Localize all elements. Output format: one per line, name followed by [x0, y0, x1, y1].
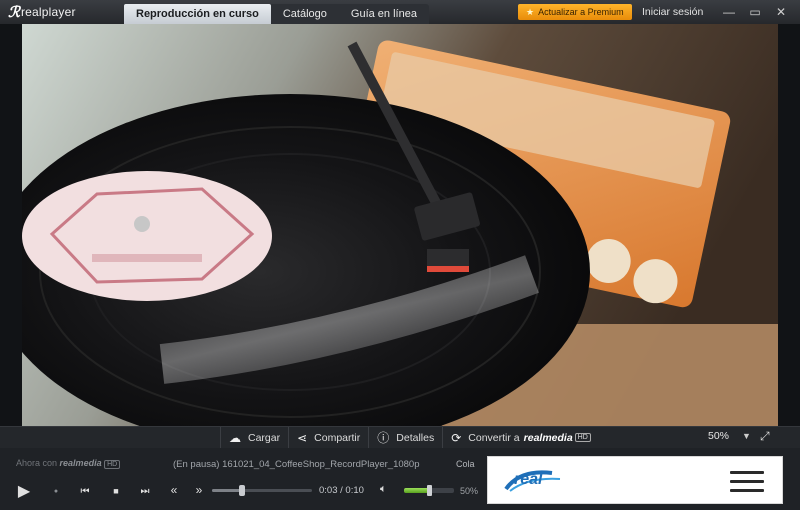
record-icon[interactable]: ●	[50, 485, 62, 497]
zoom-select[interactable]: 50%	[708, 430, 729, 442]
info-icon: ⓘ	[377, 431, 390, 445]
details-button[interactable]: ⓘ Detalles	[368, 426, 442, 449]
video-frame-image	[22, 24, 778, 426]
upgrade-premium-label: Actualizar a Premium	[538, 7, 624, 17]
expand-icon[interactable]: ⤢	[760, 429, 770, 444]
hd-badge: HD	[574, 433, 591, 442]
realmedia-brand: realmedia	[523, 431, 573, 444]
upload-button[interactable]: ☁ Cargar	[220, 426, 288, 449]
video-player[interactable]	[22, 24, 778, 426]
stop-icon[interactable]: ■	[108, 484, 124, 498]
seek-progress	[212, 489, 242, 492]
tab-online-guide[interactable]: Guía en línea	[339, 4, 429, 24]
seek-bar[interactable]	[212, 485, 312, 496]
hamburger-menu-icon[interactable]	[730, 471, 764, 498]
promo-hd-badge: HD	[104, 460, 121, 469]
volume-icon[interactable]: 🔈︎	[380, 483, 387, 496]
video-frame-left	[0, 24, 22, 426]
promo-prefix: Ahora con	[16, 458, 58, 468]
tab-now-playing[interactable]: Reproducción en curso	[124, 4, 271, 24]
time-readout: 0:03 / 0:10	[319, 485, 364, 496]
convert-button[interactable]: ⟳ Convertir a realmedia HD	[442, 426, 599, 449]
pause-status: (En pausa)	[173, 459, 220, 470]
convert-icon: ⟳	[451, 430, 462, 445]
upload-label: Cargar	[248, 431, 281, 444]
minimize-icon[interactable]: —	[716, 3, 742, 20]
cloud-upload-icon: ☁	[229, 430, 241, 445]
current-time: 0:03	[319, 485, 338, 496]
details-label: Detalles	[396, 431, 435, 444]
ad-banner[interactable]: real	[487, 456, 783, 504]
realplayer-window: ℛ realplayer Reproducción en curso Catál…	[0, 0, 800, 510]
window-controls: — ▭ ✕	[716, 3, 794, 20]
volume-handle[interactable]	[427, 485, 432, 496]
sign-in-link[interactable]: Iniciar sesión	[642, 6, 703, 18]
volume-slider[interactable]	[404, 485, 454, 496]
previous-icon[interactable]: ⏮	[77, 484, 93, 498]
now-playing-filename: 161021_04_CoffeeShop_RecordPlayer_1080p	[222, 459, 420, 470]
share-label: Compartir	[314, 431, 361, 444]
seek-handle[interactable]	[239, 485, 245, 496]
share-icon: ⋖	[297, 430, 308, 445]
rewind-icon[interactable]: «	[166, 483, 182, 497]
close-icon[interactable]: ✕	[768, 3, 794, 20]
chevron-down-icon[interactable]: ▼	[742, 431, 751, 441]
volume-level	[404, 488, 429, 493]
promo-brand: realmedia	[59, 458, 102, 468]
now-playing-status: (En pausa) 161021_04_CoffeeShop_RecordPl…	[173, 459, 420, 470]
action-bar: ☁ Cargar ⋖ Compartir ⓘ Detalles ⟳ Conver…	[0, 426, 800, 449]
realmedia-promo: Ahora con realmedia HD	[16, 458, 121, 469]
real-ad-logo: real	[500, 467, 570, 495]
fast-forward-icon[interactable]: »	[191, 483, 207, 497]
app-logo-text: realplayer	[20, 5, 76, 19]
video-frame-right	[778, 24, 800, 426]
volume-percent: 50%	[460, 486, 479, 496]
upgrade-premium-button[interactable]: ★ Actualizar a Premium	[518, 4, 632, 20]
tab-catalog[interactable]: Catálogo	[271, 4, 339, 24]
share-button[interactable]: ⋖ Compartir	[288, 426, 368, 449]
convert-label: Convertir a	[468, 431, 520, 444]
app-logo: ℛ realplayer	[8, 2, 96, 22]
maximize-icon[interactable]: ▭	[742, 3, 768, 20]
queue-button[interactable]: Cola	[456, 459, 475, 469]
ad-logo-text: real	[514, 471, 543, 488]
next-icon[interactable]: ⏭	[137, 484, 153, 498]
star-icon: ★	[526, 6, 535, 17]
real-logo-icon: ℛ	[8, 3, 20, 21]
main-tabs: Reproducción en curso Catálogo Guía en l…	[124, 4, 429, 24]
duration: 0:10	[345, 485, 364, 496]
play-icon[interactable]: ▶	[14, 481, 34, 501]
